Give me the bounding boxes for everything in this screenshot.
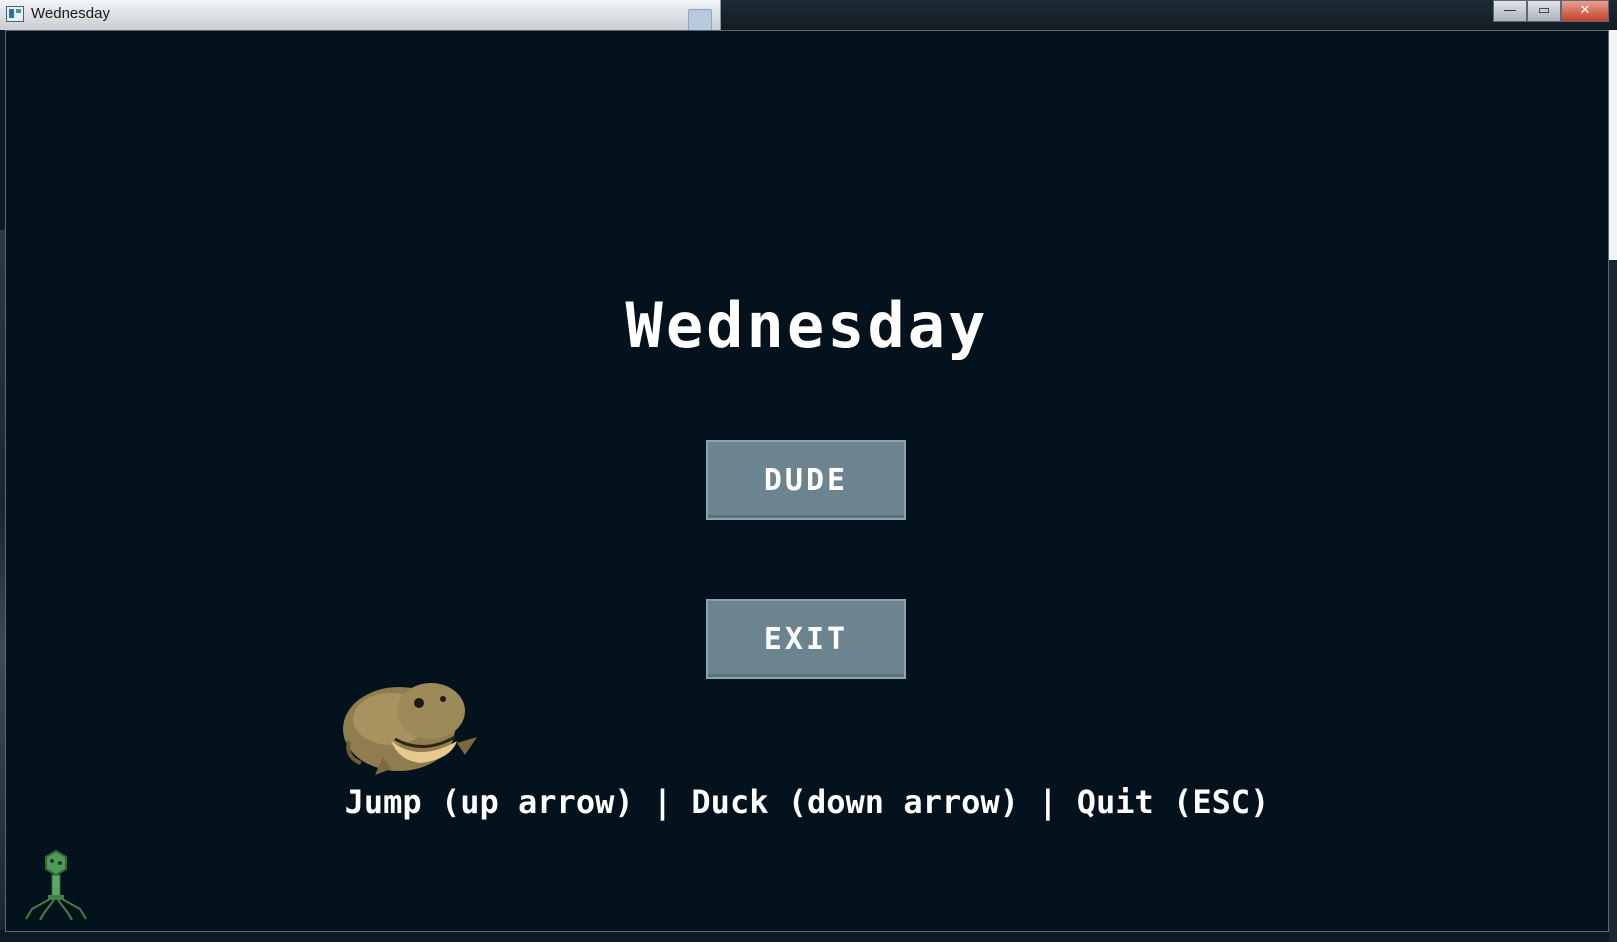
game-viewport[interactable]: Wednesday DUDE EXIT Jump (up arrow) | Du… xyxy=(5,30,1609,932)
minimize-button[interactable]: — xyxy=(1493,0,1527,22)
game-title: Wednesday xyxy=(625,289,989,362)
maximize-button[interactable]: ▭ xyxy=(1527,0,1561,22)
app-icon xyxy=(6,6,24,22)
frog-sprite xyxy=(343,683,477,775)
title-tab: Wednesday xyxy=(0,0,721,31)
virus-sprite xyxy=(25,849,87,921)
dude-button[interactable]: DUDE xyxy=(706,440,906,520)
window-titlebar[interactable]: Wednesday — ▭ ✕ xyxy=(0,0,1617,31)
right-edge-strip xyxy=(1609,30,1617,942)
controls-instructions: Jump (up arrow) | Duck (down arrow) | Qu… xyxy=(344,783,1270,821)
window-controls: — ▭ ✕ xyxy=(1493,0,1609,22)
exit-button[interactable]: EXIT xyxy=(706,599,906,679)
window-title: Wednesday xyxy=(31,5,110,22)
close-button[interactable]: ✕ xyxy=(1561,0,1609,22)
